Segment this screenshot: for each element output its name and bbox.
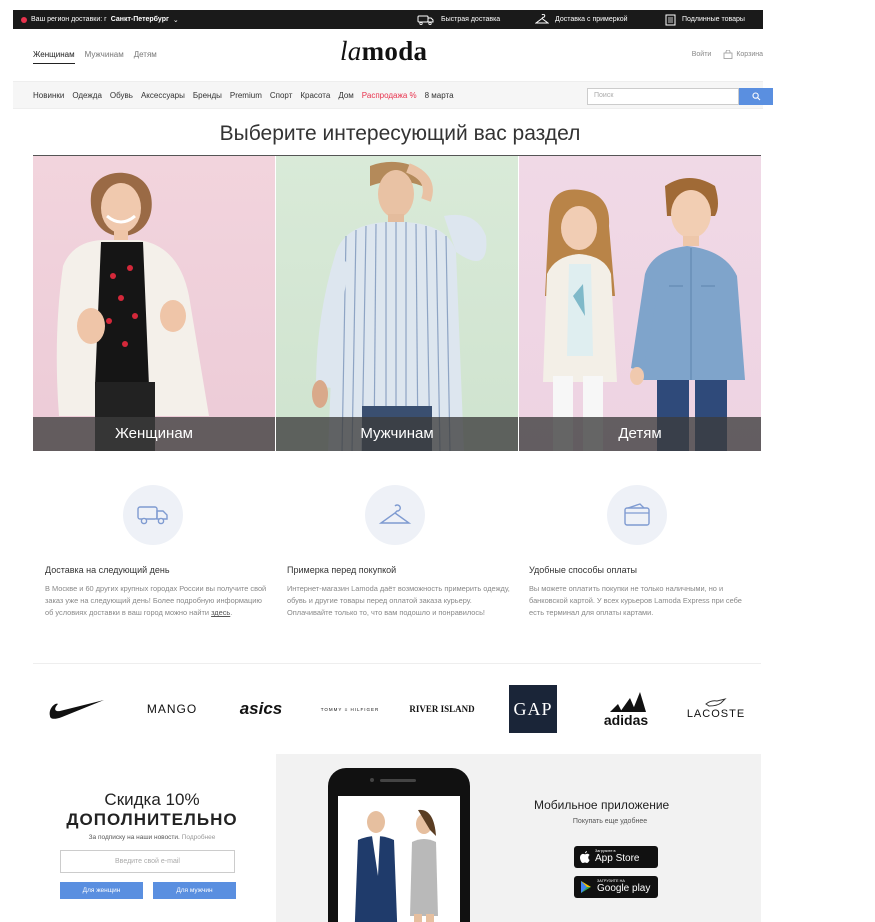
header-actions: Войти Корзина bbox=[692, 50, 763, 59]
men-section-card[interactable]: Мужчинам bbox=[276, 156, 518, 451]
nav-march8[interactable]: 8 марта bbox=[425, 91, 454, 100]
app-tagline: Покупать еще удобнее bbox=[572, 818, 648, 825]
benefit-text: В Москве и 60 других крупных городах Рос… bbox=[45, 584, 267, 617]
cart-link[interactable]: Корзина bbox=[723, 50, 763, 59]
app-title: Мобильное приложение bbox=[534, 798, 670, 812]
kids-section-card[interactable]: Детям bbox=[519, 156, 761, 451]
delivery-truck-icon bbox=[123, 485, 183, 545]
tab-kids[interactable]: Детям bbox=[134, 50, 157, 64]
cart-bag-icon bbox=[723, 50, 733, 59]
asics-logo[interactable]: asics bbox=[228, 680, 294, 738]
phone-screen-image bbox=[338, 796, 460, 922]
lamoda-logo[interactable]: lamoda bbox=[340, 36, 427, 67]
section-title: Выберите интересующий вас раздел bbox=[219, 122, 581, 145]
feature-label: Доставка с примеркой bbox=[555, 16, 628, 23]
details-link[interactable]: здесь bbox=[211, 608, 230, 617]
brand-logos: MANGO asics TOMMY ≡ HILFIGER RIVER ISLAN… bbox=[33, 680, 761, 738]
nav-beauty[interactable]: Красота bbox=[300, 91, 330, 100]
kids-model-image bbox=[543, 178, 745, 451]
search-input[interactable]: Поиск bbox=[587, 88, 739, 105]
hanger-icon bbox=[365, 485, 425, 545]
nav-home[interactable]: Дом bbox=[338, 91, 353, 100]
feature-label: Быстрая доставка bbox=[441, 16, 501, 23]
women-section-card[interactable]: Женщинам bbox=[33, 156, 275, 451]
promo-discount: Скидка 10% bbox=[104, 790, 200, 809]
region-prefix: Ваш регион доставки: г bbox=[31, 16, 107, 23]
kids-section-label: Детям bbox=[519, 417, 761, 451]
category-nav: Новинки Одежда Обувь Аксессуары Бренды P… bbox=[13, 81, 773, 109]
top-info-bar: Ваш регион доставки: г Санкт-Петербург ⌄… bbox=[13, 10, 763, 29]
benefit-next-day-delivery: Доставка на следующий день В Москве и 60… bbox=[45, 485, 270, 619]
benefit-title: Удобные способы оплаты bbox=[529, 565, 638, 575]
truck-icon bbox=[417, 15, 434, 25]
subscribe-men-button[interactable]: Для мужчин bbox=[153, 882, 236, 899]
river-island-logo[interactable]: RIVER ISLAND bbox=[405, 680, 479, 738]
men-model-image bbox=[312, 161, 487, 451]
lacoste-logo[interactable]: LACOSTE bbox=[681, 680, 751, 738]
gap-logo[interactable]: GAP bbox=[509, 685, 557, 733]
nav-sale[interactable]: Распродажа % bbox=[362, 91, 417, 100]
subscription-promo: Скидка 10% ДОПОЛНИТЕЛЬНО За подписку на … bbox=[33, 760, 271, 922]
nav-brands[interactable]: Бренды bbox=[193, 91, 222, 100]
google-play-icon bbox=[581, 881, 591, 893]
mobile-app-promo: Мобильное приложение Покупать еще удобне… bbox=[276, 754, 761, 922]
location-dot-icon bbox=[21, 16, 27, 23]
feature-label: Подлинные товары bbox=[682, 16, 745, 23]
promo-subtitle: За подписку на наши новости. Подробнее bbox=[88, 834, 216, 841]
authentic-goods-feature[interactable]: Подлинные товары bbox=[665, 14, 745, 26]
adidas-logo[interactable]: adidas bbox=[593, 680, 659, 738]
subscribe-women-button[interactable]: Для женщин bbox=[60, 882, 143, 899]
crocodile-icon bbox=[705, 698, 727, 707]
tab-women[interactable]: Женщинам bbox=[33, 50, 75, 64]
cart-label: Корзина bbox=[736, 51, 763, 58]
nav-premium[interactable]: Premium bbox=[230, 91, 262, 100]
men-section-label: Мужчинам bbox=[276, 417, 518, 451]
nav-new[interactable]: Новинки bbox=[33, 91, 64, 100]
adidas-stripes-icon bbox=[610, 692, 646, 712]
fitting-delivery-feature[interactable]: Доставка с примеркой bbox=[535, 14, 628, 25]
benefit-payment: Удобные способы оплаты Вы можете оплатит… bbox=[529, 485, 754, 619]
nav-sport[interactable]: Спорт bbox=[270, 91, 293, 100]
nav-accessories[interactable]: Аксессуары bbox=[141, 91, 185, 100]
document-icon bbox=[665, 14, 676, 25]
fast-delivery-feature[interactable]: Быстрая доставка bbox=[417, 15, 500, 25]
apple-icon bbox=[580, 851, 590, 863]
nike-swoosh-icon bbox=[49, 700, 104, 719]
benefit-title: Доставка на следующий день bbox=[45, 565, 170, 575]
benefit-try-on: Примерка перед покупкой Интернет-магазин… bbox=[287, 485, 512, 619]
benefit-text: Интернет-магазин Lamoda даёт возможность… bbox=[287, 584, 510, 617]
delivery-region[interactable]: Ваш регион доставки: г Санкт-Петербург ⌄ bbox=[21, 16, 179, 24]
women-section-label: Женщинам bbox=[33, 417, 275, 451]
phone-mockup bbox=[328, 768, 470, 922]
hanger-icon bbox=[535, 14, 549, 24]
app-store-button[interactable]: Загрузите в App Store bbox=[574, 846, 658, 868]
nav-shoes[interactable]: Обувь bbox=[110, 91, 133, 100]
nike-logo[interactable] bbox=[47, 680, 107, 738]
promo-heading: ДОПОЛНИТЕЛЬНО bbox=[66, 810, 238, 829]
mango-logo[interactable]: MANGO bbox=[137, 680, 207, 738]
tommy-hilfiger-logo[interactable]: TOMMY ≡ HILFIGER bbox=[319, 680, 381, 738]
promo-more-link[interactable]: Подробнее bbox=[182, 834, 216, 841]
google-play-button[interactable]: ЗАГРУЗИТЕ НА Google play bbox=[574, 876, 658, 898]
section-chooser: Женщинам Мужчинам Детям bbox=[33, 155, 761, 451]
nav-clothing[interactable]: Одежда bbox=[72, 91, 102, 100]
tab-men[interactable]: Мужчинам bbox=[85, 50, 124, 64]
search-icon bbox=[751, 92, 760, 101]
benefit-title: Примерка перед покупкой bbox=[287, 565, 397, 575]
search-button[interactable] bbox=[739, 88, 773, 105]
benefit-text: Вы можете оплатить покупки не только нал… bbox=[529, 584, 742, 617]
region-city: Санкт-Петербург bbox=[110, 16, 169, 23]
divider bbox=[33, 663, 761, 664]
email-field[interactable]: Введите свой e-mail bbox=[60, 850, 235, 873]
gender-tabs: Женщинам Мужчинам Детям bbox=[33, 50, 157, 64]
wallet-card-icon bbox=[607, 485, 667, 545]
women-model-image bbox=[56, 172, 209, 451]
login-link[interactable]: Войти bbox=[692, 51, 712, 58]
chevron-down-icon: ⌄ bbox=[172, 16, 179, 24]
